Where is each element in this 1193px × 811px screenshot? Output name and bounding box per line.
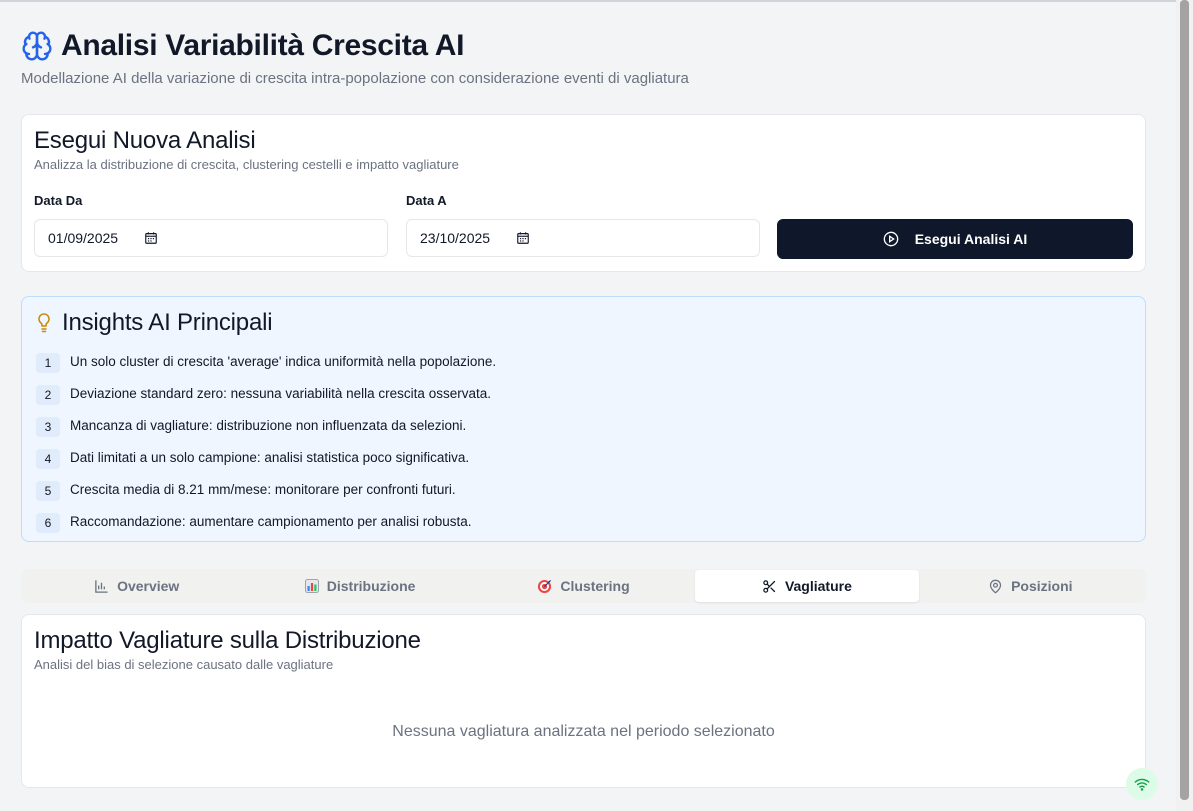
impact-card: Impatto Vagliature sulla Distribuzione A…	[21, 614, 1146, 788]
insight-text: Un solo cluster di crescita 'average' in…	[70, 353, 497, 369]
insight-text: Dati limitati a un solo campione: analis…	[70, 449, 470, 465]
insight-text: Mancanza di vagliature: distribuzione no…	[70, 417, 467, 433]
date-from-label: Data Da	[34, 193, 83, 208]
play-circle-icon	[883, 231, 899, 247]
lightbulb-icon	[38, 313, 50, 333]
tab-overview-label: Overview	[117, 578, 180, 594]
run-analysis-title: Esegui Nuova Analisi	[34, 127, 256, 154]
calendar-icon[interactable]	[516, 231, 530, 245]
tab-posizioni[interactable]: Posizioni	[919, 570, 1142, 602]
date-from-input[interactable]: 01/09/2025	[34, 219, 388, 257]
run-analysis-button-label: Esegui Analisi AI	[914, 231, 1028, 247]
connection-status-badge[interactable]	[1126, 768, 1158, 800]
insight-text: Raccomandazione: aumentare campionamento…	[70, 513, 472, 529]
wifi-icon	[1134, 778, 1150, 791]
insight-number: 1	[36, 353, 60, 373]
insight-item: 4 Dati limitati a un solo campione: anal…	[36, 441, 496, 473]
scrollbar-thumb[interactable]	[1180, 0, 1189, 800]
impact-subtitle: Analisi del bias di selezione causato da…	[34, 657, 334, 672]
tab-posizioni-label: Posizioni	[1011, 578, 1073, 594]
top-border	[0, 0, 1176, 2]
insight-item: 6 Raccomandazione: aumentare campionamen…	[36, 505, 496, 537]
insight-number: 3	[36, 417, 60, 437]
bar-chart-icon	[95, 579, 108, 593]
tab-distribuzione[interactable]: Distribuzione	[248, 570, 471, 602]
insight-number: 4	[36, 449, 60, 469]
page-subtitle: Modellazione AI della variazione di cres…	[21, 70, 689, 87]
insights-card: Insights AI Principali 1 Un solo cluster…	[21, 296, 1146, 542]
date-to-value: 23/10/2025	[420, 230, 491, 246]
insight-number: 6	[36, 513, 60, 533]
tab-distribuzione-label: Distribuzione	[326, 578, 416, 594]
insight-item: 1 Un solo cluster di crescita 'average' …	[36, 345, 496, 377]
vertical-scrollbar[interactable]	[1176, 0, 1193, 811]
page-title: Analisi Variabilità Crescita AI	[61, 29, 465, 62]
insight-number: 5	[36, 481, 60, 501]
scissors-icon	[763, 579, 776, 593]
tab-overview[interactable]: Overview	[25, 570, 248, 602]
date-to-input[interactable]: 23/10/2025	[406, 219, 760, 257]
calendar-icon[interactable]	[144, 231, 158, 245]
tab-clustering-label: Clustering	[560, 578, 630, 594]
insight-text: Crescita media di 8.21 mm/mese: monitora…	[70, 481, 456, 497]
map-pin-icon	[989, 579, 1002, 593]
insight-text: Deviazione standard zero: nessuna variab…	[70, 385, 491, 401]
insight-item: 2 Deviazione standard zero: nessuna vari…	[36, 377, 496, 409]
target-icon	[538, 579, 552, 593]
impact-header: Impatto Vagliature sulla Distribuzione A…	[34, 627, 421, 672]
date-from-value: 01/09/2025	[48, 230, 119, 246]
run-analysis-button[interactable]: Esegui Analisi AI	[777, 219, 1133, 259]
run-analysis-subtitle: Analizza la distribuzione di crescita, c…	[34, 157, 459, 172]
brain-icon	[22, 31, 52, 61]
tab-bar: Overview Distribuzione Clustering Vaglia…	[21, 569, 1146, 603]
run-analysis-card: Esegui Nuova Analisi Analizza la distrib…	[21, 114, 1146, 272]
page-header: Analisi Variabilità Crescita AI Modellaz…	[21, 26, 1146, 87]
impact-title: Impatto Vagliature sulla Distribuzione	[34, 627, 421, 654]
chart-emoji-icon	[304, 579, 319, 593]
title-row: Analisi Variabilità Crescita AI	[21, 26, 1146, 66]
run-analysis-header: Esegui Nuova Analisi Analizza la distrib…	[34, 127, 459, 172]
tab-vagliature-label: Vagliature	[784, 578, 852, 594]
insights-title: Insights AI Principali	[62, 309, 273, 336]
date-to-label: Data A	[406, 193, 447, 208]
empty-state-message: Nessuna vagliatura analizzata nel period…	[392, 723, 775, 740]
tab-vagliature[interactable]: Vagliature	[695, 570, 919, 602]
insight-item: 3 Mancanza di vagliature: distribuzione …	[36, 409, 496, 441]
tab-clustering[interactable]: Clustering	[472, 570, 695, 602]
insight-number: 2	[36, 385, 60, 405]
insight-item: 5 Crescita media di 8.21 mm/mese: monito…	[36, 473, 496, 505]
insights-header: Insights AI Principali	[36, 309, 273, 337]
insights-list: 1 Un solo cluster di crescita 'average' …	[36, 345, 496, 537]
